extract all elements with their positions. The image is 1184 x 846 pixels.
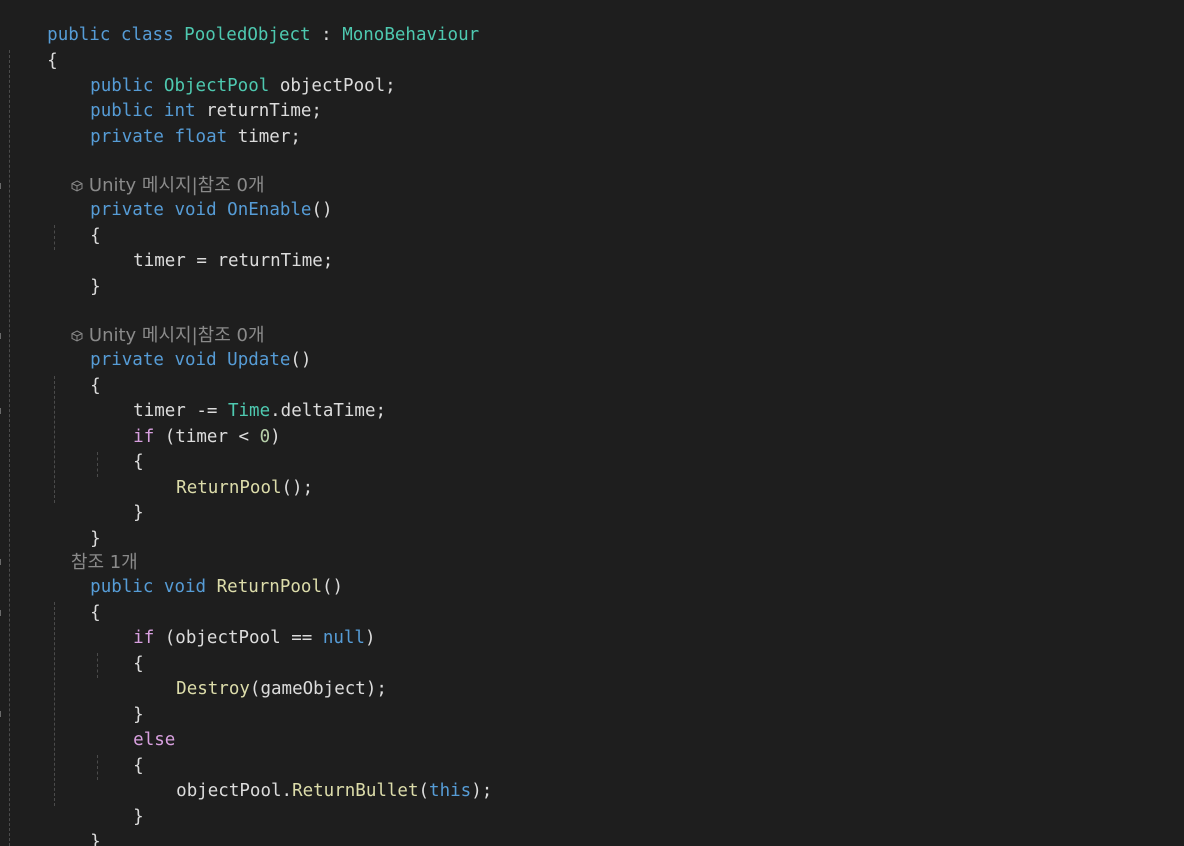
fold-marker[interactable] [0,408,5,414]
token-punct: ); [471,781,493,801]
token-null-keyword: null [322,628,365,648]
code-line-call-returnpool[interactable]: ReturnPool(); [134,451,313,498]
token-class-name: PooledObject [184,25,311,45]
token-identifier: objectPool. [176,781,293,801]
token-brace: } [90,832,101,846]
code-editor[interactable]: public class PooledObject : MonoBehaviou… [0,0,1184,846]
fold-marker[interactable] [0,711,5,717]
token-keyword: private [90,127,164,147]
code-line-open-brace[interactable]: { [48,199,101,246]
token-parens: () [290,350,312,370]
token-punct: (); [281,478,314,498]
codelens-returnpool[interactable]: 참조 1개 [48,525,138,573]
codelens-onenable[interactable]: Unity 메시지|참조 0개 [48,148,265,196]
code-line-close-brace[interactable]: } [48,502,101,549]
code-line-open-brace[interactable]: { [91,627,144,674]
token-brace: } [133,807,144,827]
code-line-assign-timer[interactable]: timer = returnTime; [91,224,333,271]
token-keyword: void [174,200,217,220]
token-method-name: ReturnPool [216,577,322,597]
token-method-call: ReturnBullet [292,781,419,801]
token-condition: (objectPool == [154,628,323,648]
token-paren: ) [364,628,376,648]
fold-marker[interactable] [0,333,5,339]
code-line-method-returnpool[interactable]: public void ReturnPool() [48,550,343,597]
code-line-close-brace[interactable]: } [91,678,144,725]
token-args: (gameObject); [249,679,387,699]
token-method-name: OnEnable [227,200,312,220]
code-line-return-bullet[interactable]: objectPool.ReturnBullet(this); [134,754,492,801]
fold-marker[interactable] [0,559,5,565]
token-paren: ) [270,427,281,447]
codelens-update[interactable]: Unity 메시지|참조 0개 [48,298,265,346]
code-line-class-declaration[interactable]: public class PooledObject : MonoBehaviou… [5,0,479,45]
code-line-else[interactable]: else [91,703,175,750]
code-line-if-timer[interactable]: if (timer < 0) [91,400,281,447]
token-keyword: class [120,25,174,45]
code-line-if-objectpool-null[interactable]: if (objectPool == null) [91,601,375,648]
token-punct: : [310,25,343,45]
code-line-open-brace[interactable]: { [48,349,101,396]
code-line-field-returntime[interactable]: public int returnTime; [48,74,322,121]
indent-guide [9,50,10,846]
token-keyword: private [90,200,164,220]
code-line-open-brace[interactable]: { [91,729,144,776]
token-brace: } [133,503,144,523]
token-condition: (timer < [154,427,260,447]
code-line-field-timer[interactable]: private float timer; [48,100,301,147]
code-line-close-brace[interactable]: } [91,780,144,827]
code-line-close-brace[interactable]: } [91,476,144,523]
token-type-keyword: float [174,127,228,147]
token-method-call: Destroy [176,679,250,699]
token-paren: ( [418,781,430,801]
token-identifier: timer; [227,127,301,147]
token-keyword: void [174,350,217,370]
code-line-destroy[interactable]: Destroy(gameObject); [134,652,387,699]
token-this-keyword: this [429,781,472,801]
code-line-decrement-timer[interactable]: timer -= Time.deltaTime; [91,374,386,421]
fold-marker[interactable] [0,183,5,189]
code-line-close-brace[interactable]: } [48,805,101,846]
token-parens: () [321,577,344,597]
token-method-name: Update [227,350,291,370]
token-number: 0 [259,427,271,447]
token-base-class: MonoBehaviour [342,25,480,45]
fold-marker[interactable] [0,610,5,616]
token-keyword: void [163,577,207,597]
code-line-open-brace[interactable]: { [91,425,144,472]
token-parens: () [311,200,333,220]
code-line-open-brace[interactable]: { [48,576,101,623]
code-line-open-brace[interactable]: { [5,24,58,71]
token-member: .deltaTime; [270,401,387,421]
code-line-field-objectpool[interactable]: public ObjectPool objectPool; [48,49,396,96]
token-statement: timer = returnTime; [133,251,334,271]
token-brace: } [90,277,101,297]
code-line-method-update[interactable]: private void Update() [48,323,311,370]
token-keyword: private [90,350,164,370]
token-method-call: ReturnPool [176,478,282,498]
code-line-close-brace[interactable]: } [48,250,101,297]
code-line-method-onenable[interactable]: private void OnEnable() [48,173,332,220]
